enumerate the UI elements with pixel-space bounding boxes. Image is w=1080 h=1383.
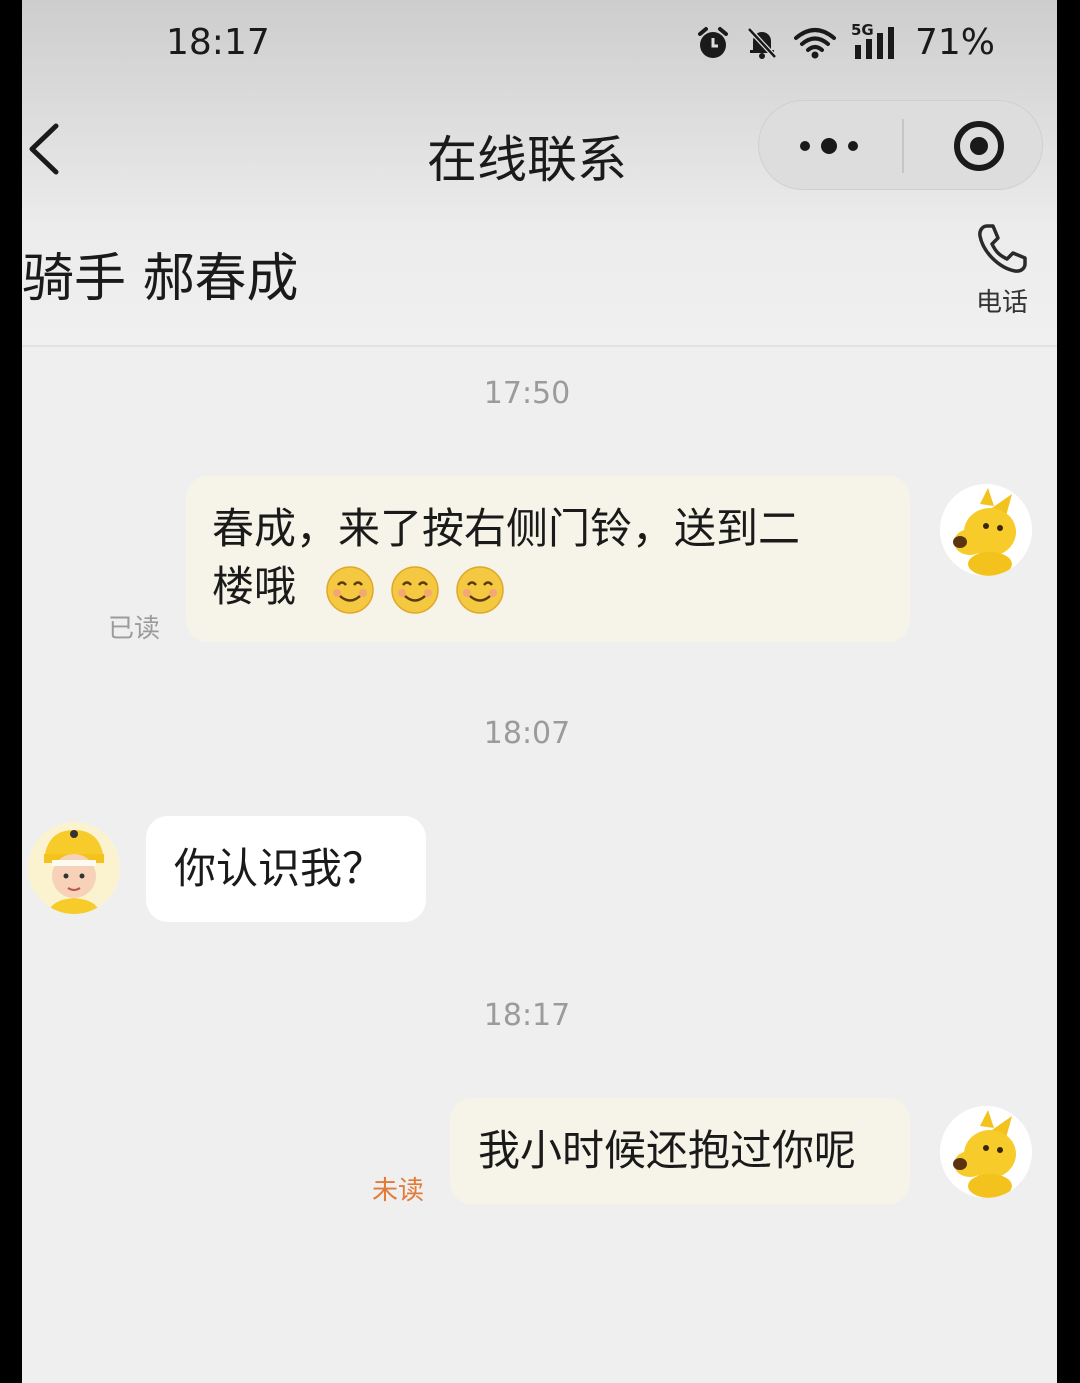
message-text-line2: 楼哦 <box>212 562 297 611</box>
unread-status: 未读 <box>372 1176 425 1206</box>
battery-level: 71% <box>914 22 995 63</box>
rider-avatar-icon <box>28 822 120 914</box>
message-timestamp: 17:50 <box>483 376 571 411</box>
message-timestamp: 18:07 <box>483 716 571 751</box>
smile-emoji-icon <box>391 565 439 614</box>
message-bubble-incoming[interactable]: 你认识我？ <box>146 816 426 922</box>
message-text: 春成，来了按右侧门铃，送到二 <box>212 504 801 553</box>
mute-bell-icon <box>747 26 777 59</box>
chat-screen: 18:17 5G 71% 在线联系 骑手 郝春成 电话 17:50 春成，来了按… <box>22 0 1057 1383</box>
more-button[interactable] <box>779 101 879 191</box>
message-bubble-outgoing[interactable]: 我小时候还抱过你呢 <box>450 1098 910 1204</box>
kangaroo-avatar-icon <box>940 484 1032 576</box>
message-text: 我小时候还抱过你呢 <box>478 1126 857 1175</box>
signal-icon: 5G <box>851 21 901 61</box>
rider-name: 骑手 郝春成 <box>22 249 299 309</box>
message-bubble-outgoing[interactable]: 春成，来了按右侧门铃，送到二 楼哦 ☺☺☺ <box>186 476 910 642</box>
smile-emoji-icon <box>325 565 374 614</box>
phone-button[interactable]: 电话 <box>962 222 1042 322</box>
message-text-line2-wrap: 楼哦 ☺☺☺ <box>212 558 884 630</box>
wifi-icon <box>793 27 836 58</box>
kangaroo-avatar-icon <box>940 1106 1032 1198</box>
smile-emoji-icon <box>456 565 505 614</box>
phone-icon <box>978 224 1027 273</box>
capsule-divider <box>902 119 904 173</box>
message-text: 你认识我？ <box>174 844 385 893</box>
phone-label: 电话 <box>975 288 1028 318</box>
user-avatar[interactable] <box>940 484 1032 576</box>
top-bar: 18:17 5G 71% 在线联系 骑手 郝春成 电话 <box>22 0 1057 347</box>
status-time: 18:17 <box>166 22 270 63</box>
target-icon <box>954 121 1004 171</box>
read-status: 已读 <box>108 614 161 644</box>
rider-avatar[interactable] <box>28 822 120 914</box>
more-dots-icon <box>800 138 858 154</box>
mini-program-capsule <box>758 100 1043 190</box>
close-button[interactable] <box>929 101 1029 191</box>
status-icons: 5G 71% <box>695 21 995 63</box>
user-avatar[interactable] <box>940 1106 1032 1198</box>
message-timestamp: 18:17 <box>483 998 571 1033</box>
alarm-icon <box>697 26 728 58</box>
